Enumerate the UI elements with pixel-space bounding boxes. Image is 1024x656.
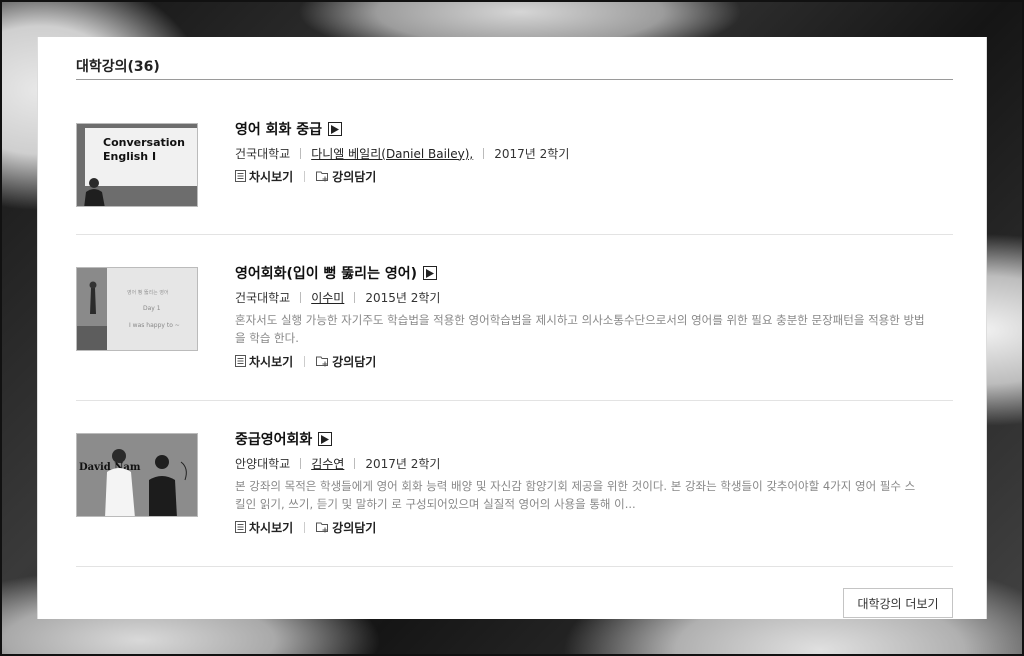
syllabus-label: 차시보기: [249, 354, 294, 369]
university-name: 안양대학교: [235, 456, 291, 471]
lecture-panel: 대학강의(36) Conversation English I 영어 회화 중급…: [37, 37, 987, 619]
svg-text:영어 뻥 뚫리는 영어: 영어 뻥 뚫리는 영어: [127, 289, 169, 296]
lecture-item: Conversation English I 영어 회화 중급 건국대학교 다니…: [76, 80, 953, 235]
play-icon[interactable]: [422, 266, 437, 280]
divider: [483, 147, 485, 159]
divider: [354, 291, 356, 303]
lecture-meta: 건국대학교 다니엘 베일리(Daniel Bailey), 2017년 2학기: [235, 144, 923, 162]
term: 2017년 2학기: [494, 146, 570, 161]
list-document-icon: [235, 521, 246, 533]
save-label: 강의담기: [332, 520, 377, 535]
folder-add-icon: [316, 171, 329, 182]
thumbnail-text: I was happy to ~: [129, 322, 180, 329]
lecture-description: 혼자서도 실행 가능한 자기주도 학습법을 적용한 영어학습법을 제시하고 의사…: [235, 313, 925, 345]
divider: [354, 457, 356, 469]
university-name: 건국대학교: [235, 146, 291, 161]
save-label: 강의담기: [332, 354, 377, 369]
divider: [304, 355, 306, 367]
term: 2017년 2학기: [365, 456, 441, 471]
syllabus-button[interactable]: 차시보기: [235, 168, 293, 185]
professor-link[interactable]: 이수미: [311, 289, 344, 306]
divider: [304, 521, 306, 533]
lecture-info: 중급영어회화 안양대학교 김수연 2017년 2학기 본 강좌의 목적은 학생들…: [235, 428, 923, 536]
lecture-item: 영어 뻥 뚫리는 영어 Day 1 I was happy to ~ 영어회화(…: [76, 235, 953, 401]
play-icon[interactable]: [328, 122, 343, 136]
syllabus-button[interactable]: 차시보기: [235, 519, 293, 536]
syllabus-label: 차시보기: [249, 169, 294, 184]
lecture-meta: 건국대학교 이수미 2015년 2학기: [235, 288, 923, 306]
divider: [300, 457, 302, 469]
folder-add-icon: [316, 522, 329, 533]
term: 2015년 2학기: [365, 290, 441, 305]
lecture-actions: 차시보기 강의담기: [235, 518, 923, 536]
folder-add-icon: [316, 356, 329, 367]
lecture-title[interactable]: 영어회화(입이 뻥 뚫리는 영어): [235, 263, 417, 283]
professor-link[interactable]: 김수연: [311, 455, 344, 472]
lecture-thumbnail[interactable]: David Nam: [76, 433, 198, 517]
lecture-title[interactable]: 중급영어회화: [235, 429, 312, 449]
save-label: 강의담기: [332, 169, 377, 184]
save-lecture-button[interactable]: 강의담기: [316, 353, 376, 370]
syllabus-label: 차시보기: [249, 520, 294, 535]
thumbnail-text: English I: [103, 150, 156, 163]
lecture-actions: 차시보기 강의담기: [235, 352, 923, 370]
lecture-info: 영어회화(입이 뻥 뚫리는 영어) 건국대학교 이수미 2015년 2학기 혼자…: [235, 262, 925, 370]
lecture-actions: 차시보기 강의담기: [235, 167, 923, 185]
lecture-meta: 안양대학교 김수연 2017년 2학기: [235, 454, 923, 472]
lecture-title[interactable]: 영어 회화 중급: [235, 119, 322, 139]
thumbnail-text: Conversation: [103, 136, 185, 149]
thumbnail-text: Day 1: [143, 305, 161, 312]
save-lecture-button[interactable]: 강의담기: [316, 519, 376, 536]
professor-link[interactable]: 다니엘 베일리(Daniel Bailey),: [311, 145, 473, 162]
divider: [300, 291, 302, 303]
lecture-thumbnail[interactable]: Conversation English I: [76, 123, 198, 207]
lecture-thumbnail[interactable]: 영어 뻥 뚫리는 영어 Day 1 I was happy to ~: [76, 267, 198, 351]
list-document-icon: [235, 170, 246, 182]
play-icon[interactable]: [318, 432, 333, 446]
divider: [300, 147, 302, 159]
more-lectures-button[interactable]: 대학강의 더보기: [843, 588, 953, 618]
lecture-item: David Nam 중급영어회화 안양대학교 김수연 2017년 2학기 본 강…: [76, 401, 953, 567]
save-lecture-button[interactable]: 강의담기: [316, 168, 376, 185]
syllabus-button[interactable]: 차시보기: [235, 353, 293, 370]
list-document-icon: [235, 355, 246, 367]
lecture-info: 영어 회화 중급 건국대학교 다니엘 베일리(Daniel Bailey), 2…: [235, 118, 923, 185]
divider: [304, 170, 306, 182]
section-title: 대학강의(36): [76, 59, 160, 75]
university-name: 건국대학교: [235, 290, 291, 305]
lecture-description: 본 강좌의 목적은 학생들에게 영어 회화 능력 배양 및 자신감 함양기회 제…: [235, 479, 916, 511]
